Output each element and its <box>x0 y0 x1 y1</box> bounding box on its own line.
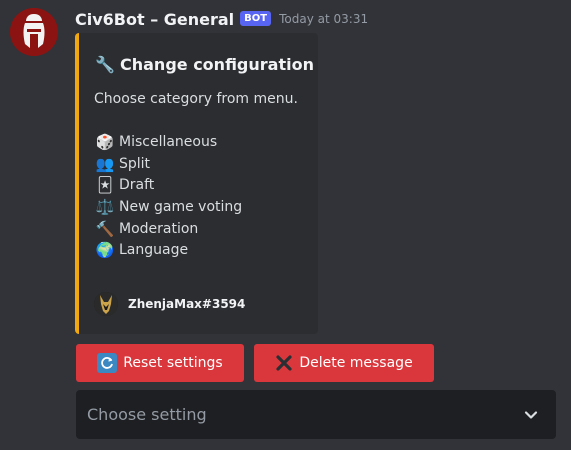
delete-message-button[interactable]: Delete message <box>254 344 434 382</box>
message-header: Civ6Bot – General BOT Today at 03:31 <box>75 8 368 30</box>
category-item-language: 🌍 Language <box>94 239 242 261</box>
wrench-icon: 🔧 <box>95 55 115 74</box>
spartan-helmet-icon <box>10 8 58 56</box>
category-label: Moderation <box>119 220 199 237</box>
category-label: Miscellaneous <box>119 133 218 150</box>
category-item-split: 👥 Split <box>94 153 242 175</box>
scales-icon: ⚖️ <box>95 197 115 216</box>
category-item-draft: 🃏 Draft <box>94 174 242 196</box>
reset-settings-button[interactable]: Reset settings <box>76 344 244 382</box>
category-label: Draft <box>119 177 155 194</box>
category-item-miscellaneous: 🎲 Miscellaneous <box>94 131 242 153</box>
chevron-down-icon <box>524 410 538 419</box>
category-list: 🎲 Miscellaneous 👥 Split 🃏 Draft ⚖️ New g… <box>94 131 243 261</box>
reset-settings-label: Reset settings <box>123 355 223 371</box>
joker-card-icon: 🃏 <box>97 176 113 195</box>
user-avatar <box>94 292 118 316</box>
setting-select[interactable]: Choose setting <box>76 390 556 439</box>
delete-message-label: Delete message <box>299 355 413 371</box>
config-embed: 🔧 Change configuration Choose category f… <box>75 33 318 334</box>
embed-footer: ZhenjaMax#3594 <box>94 292 245 316</box>
category-item-moderation: 🔨 Moderation <box>94 218 242 240</box>
embed-description: Choose category from menu. <box>94 91 298 107</box>
category-label: Split <box>119 155 151 172</box>
hammer-icon: 🔨 <box>95 219 115 238</box>
people-icon: 👥 <box>95 154 115 173</box>
bot-avatar[interactable] <box>10 8 58 56</box>
category-item-new-game-voting: ⚖️ New game voting <box>94 196 243 218</box>
jackal-icon <box>94 292 118 316</box>
bot-badge: BOT <box>240 10 272 26</box>
embed-title: 🔧 Change configuration <box>94 55 314 74</box>
cross-icon <box>275 354 293 372</box>
category-label: New game voting <box>119 198 243 215</box>
footer-username: ZhenjaMax#3594 <box>128 297 246 311</box>
dice-icon: 🎲 <box>95 132 115 151</box>
category-label: Language <box>119 242 189 259</box>
bot-username[interactable]: Civ6Bot – General <box>75 10 234 29</box>
globe-icon: 🌍 <box>95 241 115 260</box>
message-timestamp[interactable]: Today at 03:31 <box>279 12 368 26</box>
refresh-icon <box>97 353 118 373</box>
embed-title-text: Change configuration <box>120 55 314 74</box>
select-placeholder: Choose setting <box>87 405 207 424</box>
